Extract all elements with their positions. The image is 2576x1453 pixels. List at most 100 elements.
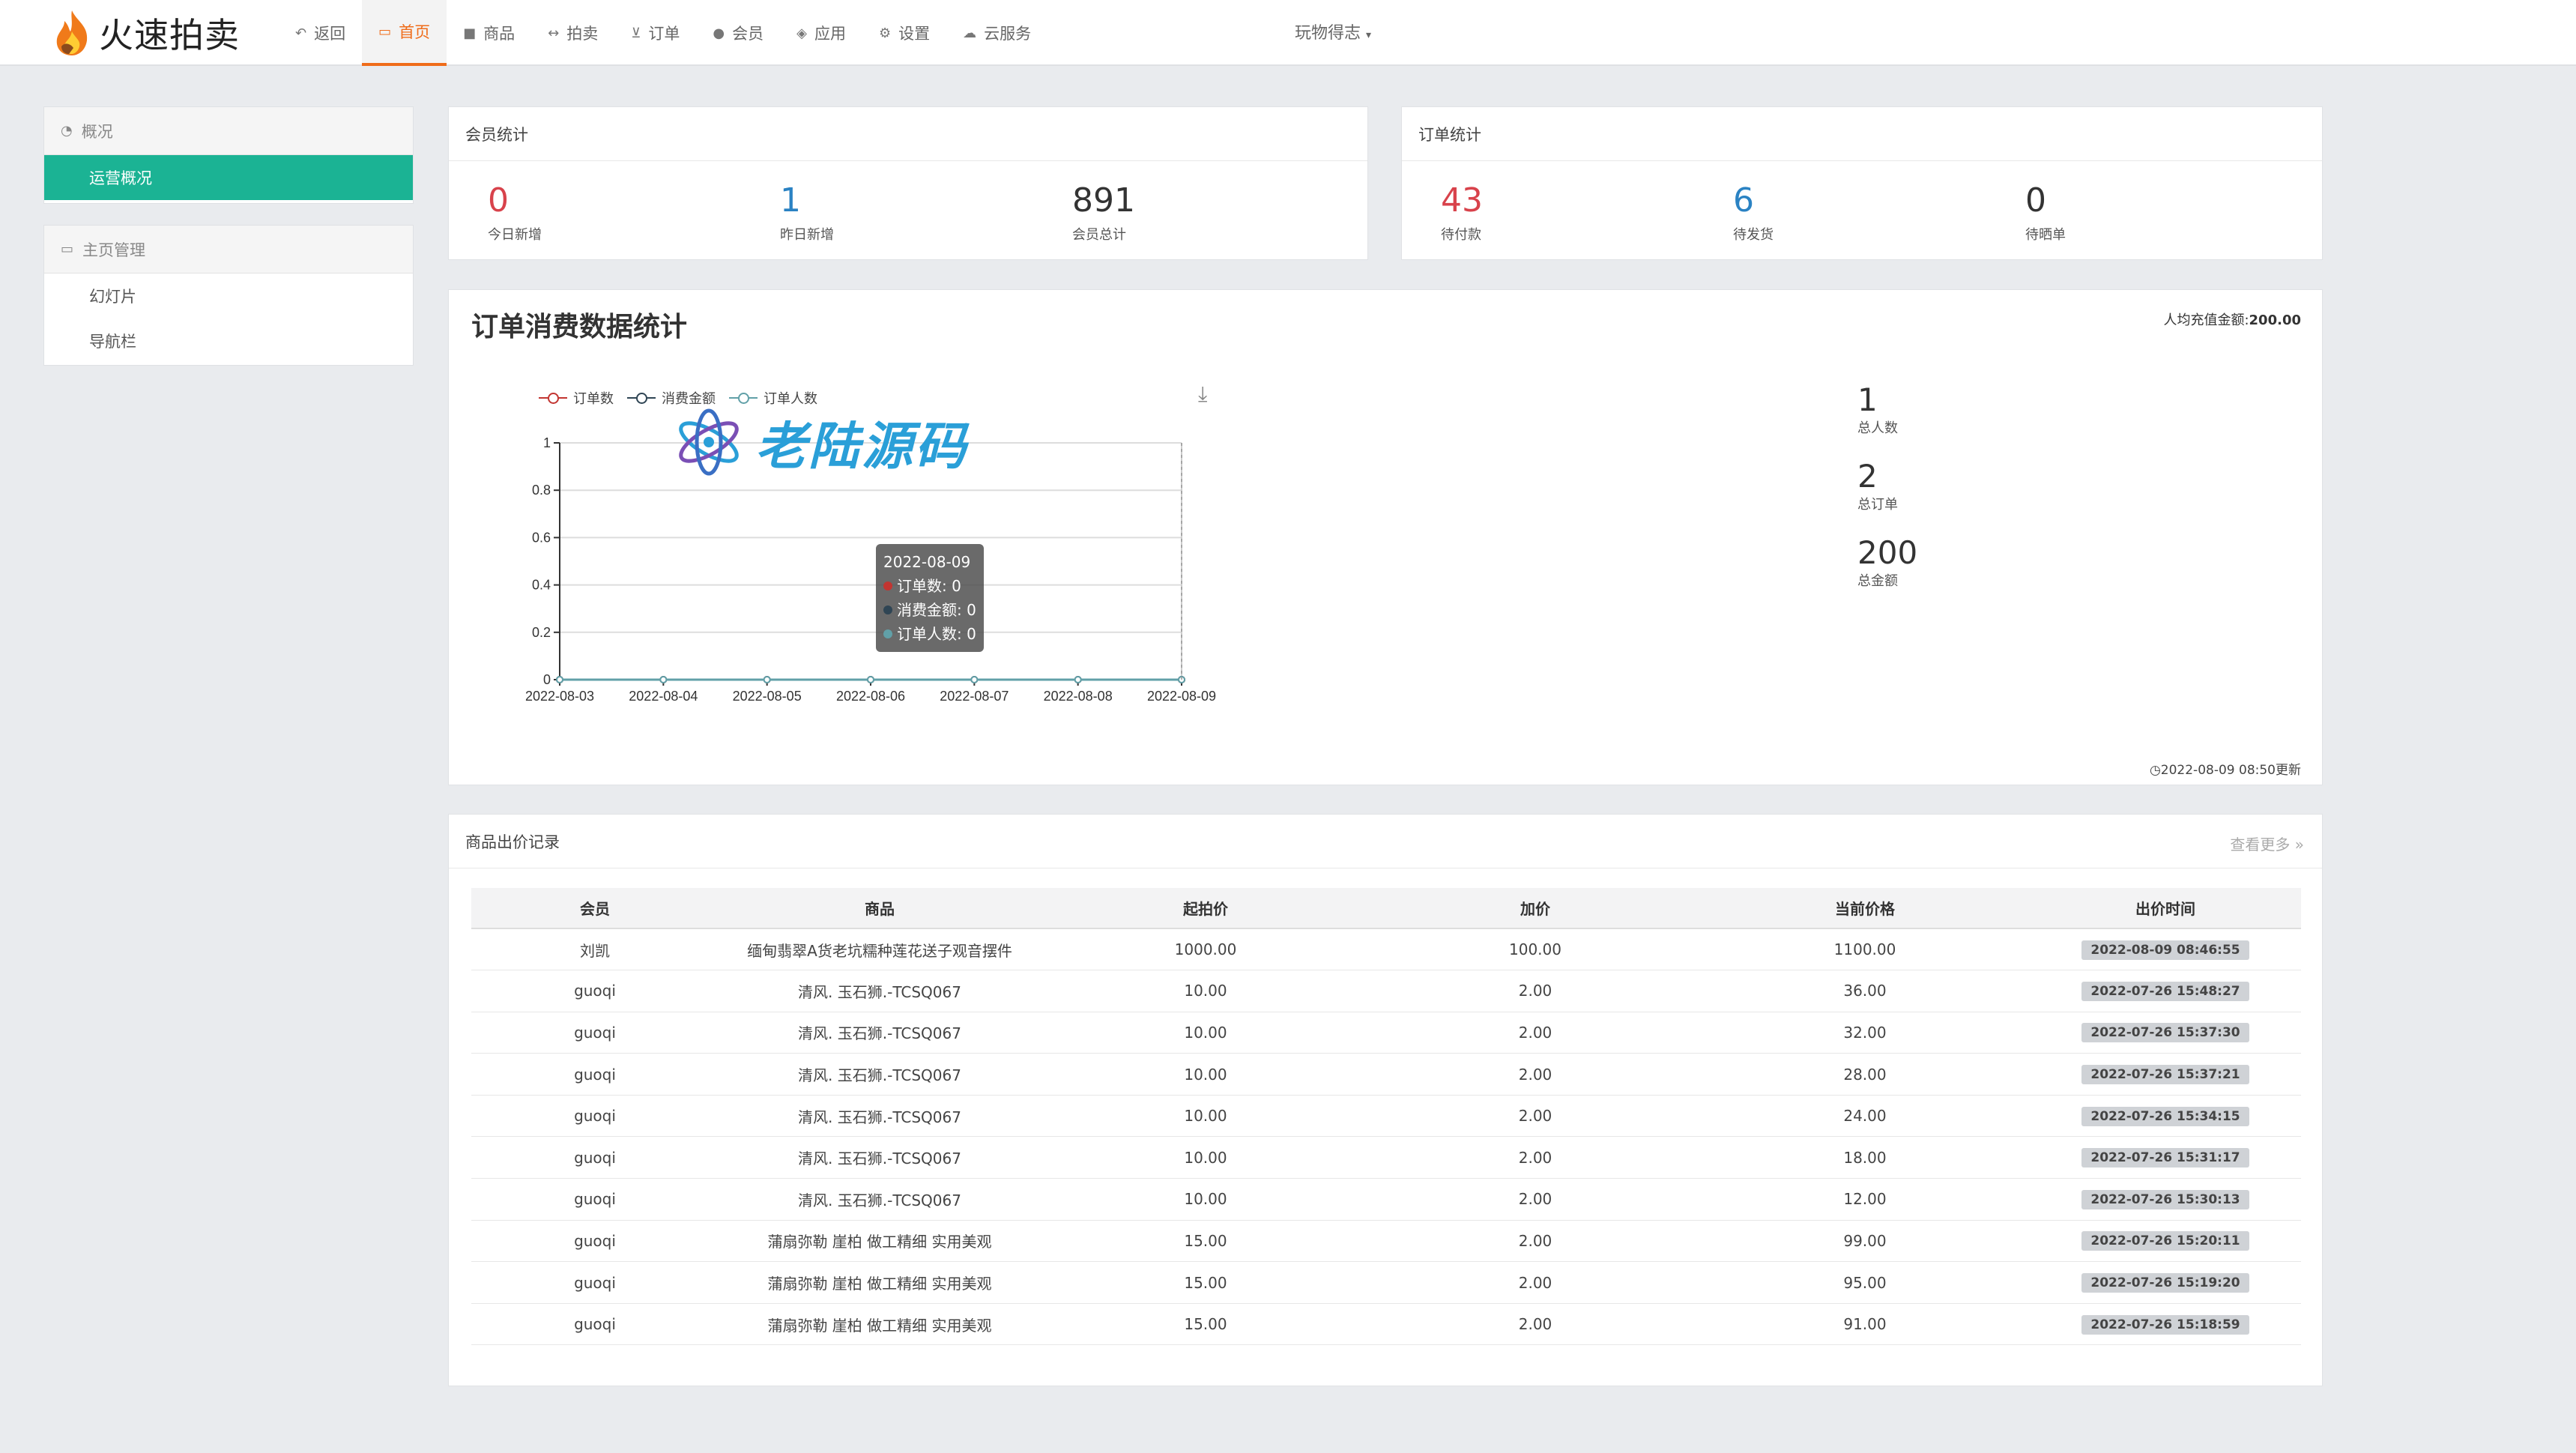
panel-title: 会员统计	[449, 107, 1367, 161]
time-label: 2022-07-26 15:34:15	[2081, 1106, 2249, 1126]
y-tick-label: 1	[543, 435, 551, 450]
table-row: guoqi 清风. 玉石狮.-TCSQ067 10.00 2.00 32.00 2022-…	[471, 1012, 2301, 1054]
table-cell: 2.00	[1370, 1178, 1700, 1221]
table-cell: 2022-07-26 15:30:13	[2030, 1178, 2301, 1221]
y-tick-label: 0.6	[532, 530, 551, 545]
table-cell: 12.00	[1700, 1178, 2030, 1221]
x-tick-label: 2022-08-03	[525, 689, 594, 704]
data-point	[556, 676, 563, 683]
sidebar-group-header[interactable]: ▭ 主页管理	[44, 226, 413, 274]
avg-value: 200.00	[2249, 312, 2301, 328]
y-tick-label: 0.2	[532, 625, 551, 640]
x-tick-label: 2022-08-07	[940, 689, 1009, 704]
sidebar-group-overview: ◔ 概况 运营概况	[43, 106, 414, 204]
nav-apps[interactable]: ◈ 应用	[780, 0, 862, 66]
tooltip-text: 消费金额: 0	[897, 601, 976, 619]
table-body: 刘凯 缅甸翡翠A货老坑糯种莲花送子观音摆件 1000.00 100.00 1100.00…	[471, 928, 2301, 1346]
table-cell: 2022-07-26 15:18:59	[2030, 1303, 2301, 1346]
table-cell: 100.00	[1370, 928, 1700, 971]
view-more-link[interactable]: 查看更多 »	[2230, 833, 2304, 854]
x-tick-label: 2022-08-05	[733, 689, 802, 704]
nav-auction[interactable]: ↔ 拍卖	[531, 0, 614, 66]
main-nav: ↶ 返回 ▭ 首页 ■ 商品 ↔ 拍卖 ⊻ 订单 ● 会员 ◈ 应用 ⚙ 设置 ☁ 云服务	[279, 0, 1047, 66]
stat-pending-ship: 6 待发货	[1733, 182, 1774, 244]
panel-title: 订单统计	[1402, 107, 2322, 161]
user-name: 玩物得志	[1295, 24, 1361, 43]
table-row: guoqi 清风. 玉石狮.-TCSQ067 10.00 2.00 18.00 2022-…	[471, 1136, 2301, 1179]
table-cell: 缅甸翡翠A货老坑糯种莲花送子观音摆件	[719, 928, 1041, 971]
nav-products[interactable]: ■ 商品	[447, 0, 531, 66]
avg-recharge: 人均充值金额:200.00	[2163, 309, 2301, 329]
sidebar-item-navbar[interactable]: 导航栏	[44, 318, 413, 363]
updated-text: 2022-08-09 08:50更新	[2160, 763, 2301, 778]
table-cell: 2022-07-26 15:19:20	[2030, 1261, 2301, 1304]
table-cell: 91.00	[1700, 1303, 2030, 1346]
brand-logo[interactable]: 火速拍卖	[51, 6, 240, 60]
bid-table: 会员 商品 起拍价 加价 当前价格 出价时间 刘凯 缅甸翡翠A货老坑糯种莲花送子观音摆件 10…	[471, 888, 2301, 1346]
sidebar-item-label: 幻灯片	[89, 288, 136, 306]
stat-value: 0	[488, 181, 509, 220]
table-cell: 18.00	[1700, 1136, 2030, 1179]
sidebar-item-slides[interactable]: 幻灯片	[44, 274, 413, 318]
table-cell: 10.00	[1041, 1053, 1370, 1096]
panel-title: 商品出价记录	[449, 815, 2322, 869]
table-cell: 2022-07-26 15:48:27	[2030, 970, 2301, 1012]
column-header: 会员	[471, 888, 719, 929]
tooltip-row: 订单人数: 0	[883, 622, 976, 646]
kpi-label: 总金额	[1857, 573, 1898, 589]
table-cell: 2.00	[1370, 970, 1700, 1012]
table-cell: 10.00	[1041, 970, 1370, 1012]
table-cell: 10.00	[1041, 1136, 1370, 1179]
nav-home[interactable]: ▭ 首页	[362, 0, 447, 66]
table-cell: 2.00	[1370, 1053, 1700, 1096]
table-cell: 10.00	[1041, 1178, 1370, 1221]
sidebar-group-header[interactable]: ◔ 概况	[44, 107, 413, 155]
column-header: 起拍价	[1041, 888, 1370, 929]
table-cell: 1000.00	[1041, 928, 1370, 971]
nav-members[interactable]: ● 会员	[696, 0, 780, 66]
nav-orders[interactable]: ⊻ 订单	[614, 0, 696, 66]
column-header: 当前价格	[1700, 888, 2030, 929]
nav-settings[interactable]: ⚙ 设置	[862, 0, 946, 66]
nav-label: 拍卖	[566, 25, 599, 43]
stat-value: 43	[1441, 181, 1483, 220]
sidebar-item-operations[interactable]: 运营概况	[44, 155, 413, 200]
nav-label: 返回	[314, 25, 346, 43]
sidebar-item-label: 运营概况	[89, 169, 152, 187]
table-cell: 蒲扇弥勒 崖柏 做工精细 实用美观	[719, 1220, 1041, 1263]
table-row: guoqi 蒲扇弥勒 崖柏 做工精细 实用美观 15.00 2.00 91.00 2022…	[471, 1303, 2301, 1346]
kpi-label: 总人数	[1857, 420, 1898, 436]
sidebar-group-home-manage: ▭ 主页管理 幻灯片 导航栏	[43, 225, 414, 366]
table-header-row: 会员 商品 起拍价 加价 当前价格 出价时间	[471, 888, 2301, 929]
atom-logo-icon	[679, 408, 739, 475]
nav-back[interactable]: ↶ 返回	[279, 0, 362, 66]
table-cell: 24.00	[1700, 1095, 2030, 1138]
nav-label: 云服务	[984, 25, 1032, 43]
dashboard-icon: ◔	[61, 123, 73, 139]
kpi-total-amount: 200 总金额	[1857, 536, 1917, 590]
watermark: 老陆源码	[673, 405, 968, 479]
consumption-panel: 订单消费数据统计 人均充值金额:200.00 订单数 消费金额 订单人数 ⤓ 0…	[448, 289, 2323, 785]
data-point	[659, 676, 668, 683]
table-cell: 99.00	[1700, 1220, 2030, 1263]
table-row: guoqi 清风. 玉石狮.-TCSQ067 10.00 2.00 28.00 2022-…	[471, 1053, 2301, 1096]
nav-cloud[interactable]: ☁ 云服务	[946, 0, 1047, 66]
caret-down-icon: ▾	[1366, 29, 1372, 41]
kpi-total-orders: 2 总订单	[1857, 459, 1898, 513]
bid-records-panel: 商品出价记录 查看更多 » 会员 商品 起拍价 加价 当前价格 出价时间 刘凯 缅甸翡翠A货…	[448, 814, 2323, 1386]
table-cell: 28.00	[1700, 1053, 2030, 1096]
kpi-label: 总订单	[1857, 497, 1898, 513]
user-menu[interactable]: 玩物得志 ▾	[1295, 19, 1371, 43]
table-cell: guoqi	[471, 1095, 719, 1138]
table-cell: 2.00	[1370, 1095, 1700, 1138]
x-tick-label: 2022-08-08	[1044, 689, 1113, 704]
series-dot	[883, 629, 892, 638]
chart-tooltip: 2022-08-09 订单数: 0 消费金额: 0 订单人数: 0	[876, 544, 984, 652]
updated-time: ◷2022-08-09 08:50更新	[2150, 759, 2301, 778]
table-cell: 2022-07-26 15:20:11	[2030, 1220, 2301, 1263]
sidebar-group-title: 概况	[81, 122, 113, 141]
table-cell: 2.00	[1370, 1012, 1700, 1054]
table-cell: 10.00	[1041, 1095, 1370, 1138]
column-header: 商品	[719, 888, 1041, 929]
cloud-icon: ☁	[963, 25, 977, 41]
